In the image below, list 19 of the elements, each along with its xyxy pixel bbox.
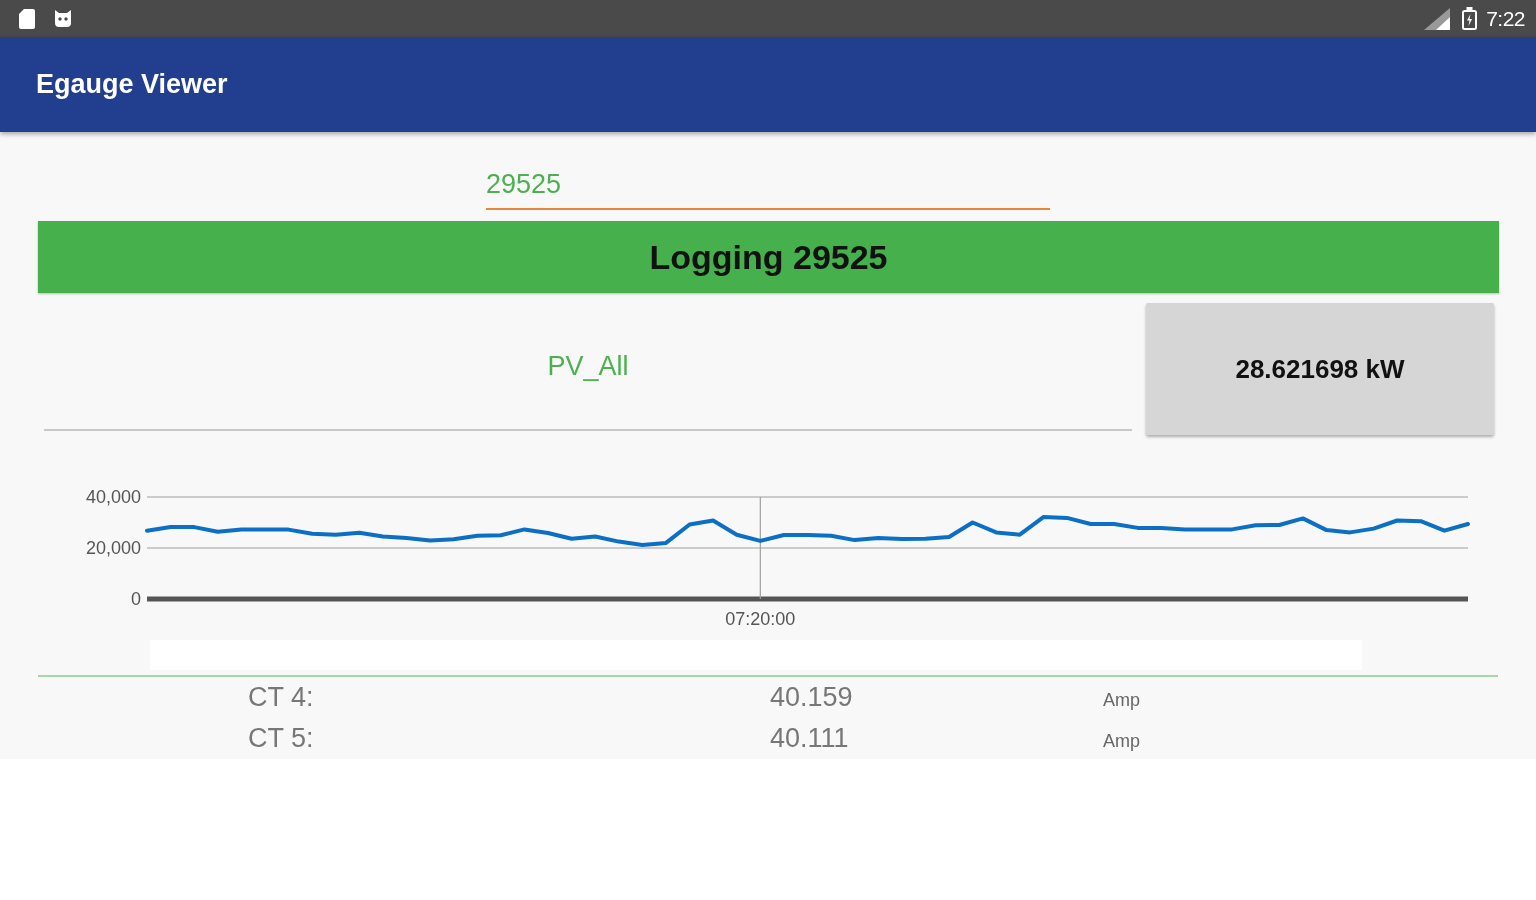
reading-value: 40.111 xyxy=(770,722,850,755)
logging-banner: Logging 29525 xyxy=(38,221,1499,293)
sd-card-icon xyxy=(19,8,35,29)
x-axis-label: 07:20:00 xyxy=(725,609,796,629)
reading-value: 40.159 xyxy=(770,681,854,714)
power-reading-button[interactable]: 28.621698 kW xyxy=(1146,303,1494,435)
y-axis-label: 0 xyxy=(131,589,141,609)
clock-time: 7:22 xyxy=(1486,6,1525,31)
y-axis-label: 40,000 xyxy=(85,487,141,507)
y-axis-label: 20,000 xyxy=(85,538,141,558)
channel-name: PV_All xyxy=(44,303,1132,431)
reading-unit: Amp xyxy=(1103,731,1141,752)
reading-label: CT 5: xyxy=(248,722,315,755)
reading-unit: Amp xyxy=(1103,690,1141,711)
battery-icon xyxy=(1462,7,1478,30)
app-title: Egauge Viewer xyxy=(36,69,228,100)
reading-label: CT 4: xyxy=(248,681,315,714)
cat-face-icon xyxy=(54,10,72,27)
cell-signal-icon xyxy=(1424,7,1451,30)
